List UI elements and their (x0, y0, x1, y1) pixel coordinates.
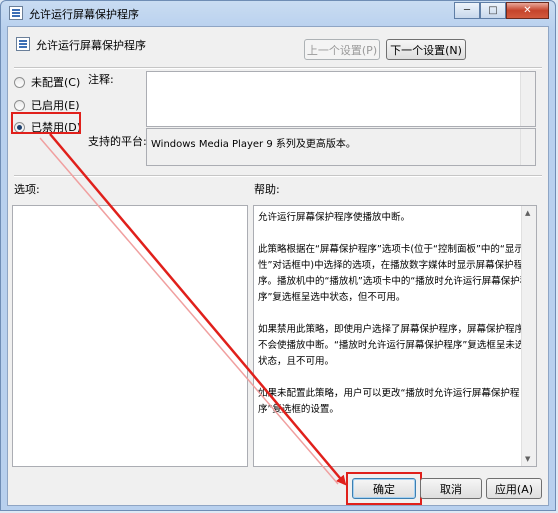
radio-button[interactable] (14, 99, 25, 111)
maximize-button[interactable]: □ (480, 2, 506, 19)
annotation-highlight-ok (346, 472, 422, 505)
comment-scrollbar[interactable] (520, 72, 535, 126)
platform-field: Windows Media Player 9 系列及更高版本。 (146, 128, 536, 166)
comment-field[interactable] (146, 71, 536, 127)
header-separator (14, 67, 542, 69)
policy-icon (16, 37, 30, 51)
cancel-button[interactable]: 取消 (420, 478, 482, 499)
prev-setting-button[interactable]: 上一个设置(P) (304, 39, 380, 60)
platform-scrollbar[interactable] (520, 129, 535, 165)
help-text: 允许运行屏幕保护程序使播放中断。 此策略根据在“屏幕保护程序”选项卡(位于“控制… (258, 210, 538, 434)
section-separator (14, 175, 542, 177)
help-scrollbar[interactable]: ▲ ▼ (521, 206, 536, 466)
minimize-button[interactable]: ─ (454, 2, 480, 19)
policy-title: 允许运行屏幕保护程序 (36, 39, 146, 52)
next-setting-button[interactable]: 下一个设置(N) (386, 39, 466, 60)
radio-enabled[interactable]: 已启用(E) (14, 97, 80, 113)
scroll-up-icon[interactable]: ▲ (525, 209, 530, 217)
annotation-highlight-disabled (11, 112, 81, 134)
policy-icon (9, 6, 23, 20)
help-paragraph: 此策略根据在“屏幕保护程序”选项卡(位于“控制面板”中的“显示属性”对话框中)中… (258, 244, 534, 303)
platform-label: 支持的平台: (88, 135, 147, 148)
dialog-client: 允许运行屏幕保护程序 上一个设置(P) 下一个设置(N) 未配置(C) 已启用(… (7, 26, 549, 506)
title-bar[interactable]: 允许运行屏幕保护程序 ─ □ ✕ (1, 1, 555, 25)
help-paragraph: 允许运行屏幕保护程序使播放中断。 (258, 212, 411, 223)
caption-buttons: ─ □ ✕ (454, 2, 549, 19)
radio-label: 已启用(E) (31, 99, 80, 112)
apply-button[interactable]: 应用(A) (486, 478, 542, 499)
help-pane: 允许运行屏幕保护程序使播放中断。 此策略根据在“屏幕保护程序”选项卡(位于“控制… (253, 205, 537, 467)
radio-not-configured[interactable]: 未配置(C) (14, 74, 80, 90)
options-pane (12, 205, 248, 467)
window-title: 允许运行屏幕保护程序 (29, 8, 139, 21)
comment-label: 注释: (88, 73, 114, 86)
help-paragraph: 如果禁用此策略，即使用户选择了屏幕保护程序，屏幕保护程序也不会使播放中断。“播放… (258, 324, 534, 367)
options-label: 选项: (14, 183, 40, 196)
radio-label: 未配置(C) (31, 76, 81, 89)
help-label: 帮助: (254, 183, 280, 196)
platform-value: Windows Media Player 9 系列及更高版本。 (151, 139, 356, 150)
scroll-down-icon[interactable]: ▼ (525, 455, 530, 463)
radio-button[interactable] (14, 76, 25, 88)
close-button[interactable]: ✕ (506, 2, 549, 19)
help-paragraph: 如果未配置此策略，用户可以更改“播放时允许运行屏幕保护程序”复选框的设置。 (258, 388, 520, 415)
dialog-window: 允许运行屏幕保护程序 ─ □ ✕ 允许运行屏幕保护程序 上一个设置(P) 下一个… (0, 0, 556, 511)
